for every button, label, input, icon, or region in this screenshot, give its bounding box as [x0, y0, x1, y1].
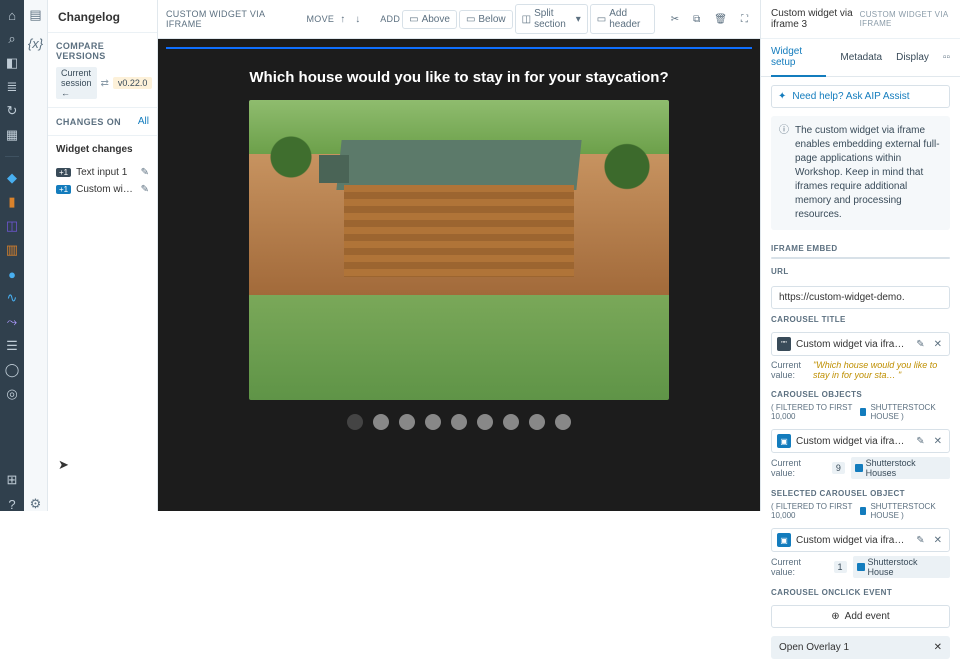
- history-icon[interactable]: ↻: [5, 104, 19, 118]
- inspector-breadcrumb: CUSTOM WIDGET VIA IFRAME: [860, 10, 950, 28]
- current-session-tag[interactable]: Current session ←: [56, 67, 97, 99]
- objectset-icon: ▣: [777, 434, 791, 448]
- object-type-icon: [860, 408, 866, 416]
- close-icon[interactable]: ✕: [934, 642, 942, 653]
- carousel-dot[interactable]: [503, 414, 519, 430]
- main-area: CUSTOM WIDGET VIA IFRAME MOVE ↑ ↓ ADD ▭ …: [158, 0, 760, 511]
- edit-icon[interactable]: ✎: [141, 184, 149, 195]
- tab-metadata[interactable]: Metadata: [840, 45, 882, 70]
- url-label: URL: [761, 259, 960, 280]
- toolbar: CUSTOM WIDGET VIA IFRAME MOVE ↑ ↓ ADD ▭ …: [158, 0, 760, 39]
- carousel-objects-label: CAROUSEL OBJECTS: [761, 386, 960, 403]
- split-section-button[interactable]: ◫ Split section ▾: [515, 4, 588, 34]
- inspector-title: Custom widget via iframe 3: [771, 8, 860, 30]
- add-below-button[interactable]: ▭ Below: [459, 10, 513, 29]
- icon-rail: ⌂ ⌕ ◧ ≣ ↻ ▦ ◆ ▮ ◫ ▥ ● ∿ ⤳ ☰ ◯ ◎ ⊞ ?: [0, 0, 24, 511]
- changes-on-label: CHANGES ON: [56, 117, 121, 127]
- change-item[interactable]: +1 Custom widget via if… ✎: [56, 184, 149, 195]
- move-up-button[interactable]: ↑: [336, 11, 349, 28]
- carousel-objects-prop[interactable]: ▣ Custom widget via iframe 1.undefined1 …: [771, 429, 950, 453]
- iframe-embed-label: IFRAME EMBED: [761, 240, 960, 257]
- cube-icon[interactable]: ◧: [5, 56, 19, 70]
- plus-icon: ⊕: [831, 611, 839, 622]
- selected-object-label: SELECTED CAROUSEL OBJECT: [761, 485, 960, 502]
- toolbar-breadcrumb: CUSTOM WIDGET VIA IFRAME: [166, 9, 291, 29]
- url-input[interactable]: https://custom-widget-demo.: [771, 286, 950, 309]
- widget-icon[interactable]: ◆: [5, 171, 19, 185]
- canvas-title: Which house would you like to stay in fo…: [249, 69, 668, 86]
- inspector-panel: Custom widget via iframe 3 CUSTOM WIDGET…: [760, 0, 960, 511]
- cube2-icon[interactable]: ◫: [5, 219, 19, 233]
- edit-icon[interactable]: ✎: [914, 535, 926, 546]
- robot-icon[interactable]: ⊞: [5, 473, 19, 487]
- carousel-dot[interactable]: [399, 414, 415, 430]
- text-icon: "": [777, 337, 791, 351]
- layers-icon[interactable]: ≣: [5, 80, 19, 94]
- flow-icon[interactable]: ∿: [5, 291, 19, 305]
- edit-icon[interactable]: ✎: [914, 339, 926, 350]
- carousel-dot[interactable]: [529, 414, 545, 430]
- home-icon[interactable]: ⌂: [5, 8, 19, 22]
- expand-icon[interactable]: ⛶: [737, 11, 752, 28]
- add-event-button[interactable]: ⊕Add event: [771, 605, 950, 628]
- copy-icon[interactable]: ⧉: [689, 11, 704, 28]
- compare-versions-label: COMPARE VERSIONS: [56, 41, 149, 61]
- block-icon[interactable]: ▮: [5, 195, 19, 209]
- canvas: Which house would you like to stay in fo…: [158, 39, 760, 511]
- cut-icon[interactable]: ✂: [667, 11, 683, 28]
- carousel-dot[interactable]: [425, 414, 441, 430]
- edit-icon[interactable]: ✎: [141, 167, 149, 178]
- ring2-icon[interactable]: ◎: [5, 387, 19, 401]
- search-icon[interactable]: ⌕: [5, 32, 19, 46]
- onclick-label: CAROUSEL ONCLICK EVENT: [761, 584, 960, 601]
- widget-changes-label: Widget changes: [56, 144, 149, 155]
- changelog-panel: Changelog COMPARE VERSIONS Current sessi…: [48, 0, 158, 511]
- docs-icon[interactable]: ▫▫: [943, 52, 950, 63]
- objectset-icon: ▣: [777, 533, 791, 547]
- list-icon[interactable]: ☰: [5, 339, 19, 353]
- carousel-title-label: CAROUSEL TITLE: [761, 311, 960, 328]
- carousel-dot[interactable]: [373, 414, 389, 430]
- info-box: ⓘ The custom widget via iframe enables e…: [771, 116, 950, 230]
- carousel-dot[interactable]: [451, 414, 467, 430]
- close-icon[interactable]: ✕: [932, 535, 944, 546]
- help-icon[interactable]: ?: [5, 497, 19, 511]
- sparkle-icon: ✦: [778, 91, 786, 102]
- carousel-dot[interactable]: [477, 414, 493, 430]
- aip-assist-link[interactable]: ✦ Need help? Ask AIP Assist: [771, 85, 950, 108]
- apps-icon[interactable]: ▦: [5, 128, 19, 142]
- version-tag[interactable]: v0.22.0: [113, 77, 153, 89]
- add-above-button[interactable]: ▭ Above: [402, 10, 457, 29]
- move-down-button[interactable]: ↓: [351, 11, 364, 28]
- tab-display[interactable]: Display: [896, 45, 929, 70]
- info-icon: ⓘ: [779, 124, 789, 222]
- add-header-button[interactable]: ▭ Add header: [590, 4, 655, 34]
- carousel-dot[interactable]: [555, 414, 571, 430]
- delete-icon[interactable]: 🗑: [710, 11, 731, 28]
- carousel-title-prop[interactable]: "" Custom widget via iframe 1.undefined …: [771, 332, 950, 356]
- chart-icon[interactable]: ▥: [5, 243, 19, 257]
- overlay-event[interactable]: Open Overlay 1 ✕: [771, 636, 950, 659]
- carousel-dots: [347, 414, 571, 430]
- all-link[interactable]: All: [138, 116, 149, 127]
- page-rail: ▤ {x} ⚙: [24, 0, 48, 511]
- var-icon[interactable]: {x}: [29, 36, 43, 50]
- dot-icon[interactable]: ●: [5, 267, 19, 281]
- changelog-title: Changelog: [48, 0, 157, 33]
- object-type-icon: [860, 507, 866, 515]
- carousel-image[interactable]: [249, 100, 669, 400]
- gear-icon[interactable]: ⚙: [29, 497, 43, 511]
- carousel-dot[interactable]: [347, 414, 363, 430]
- edit-icon[interactable]: ✎: [914, 436, 926, 447]
- tab-widget-setup[interactable]: Widget setup: [771, 39, 826, 77]
- change-item[interactable]: +1 Text input 1 ✎: [56, 167, 149, 178]
- ring-icon[interactable]: ◯: [5, 363, 19, 377]
- calendar-icon[interactable]: ▤: [29, 8, 43, 22]
- close-icon[interactable]: ✕: [932, 339, 944, 350]
- close-icon[interactable]: ✕: [932, 436, 944, 447]
- flow2-icon[interactable]: ⤳: [5, 315, 19, 329]
- selected-object-prop[interactable]: ▣ Custom widget via iframe 1.undefined2 …: [771, 528, 950, 552]
